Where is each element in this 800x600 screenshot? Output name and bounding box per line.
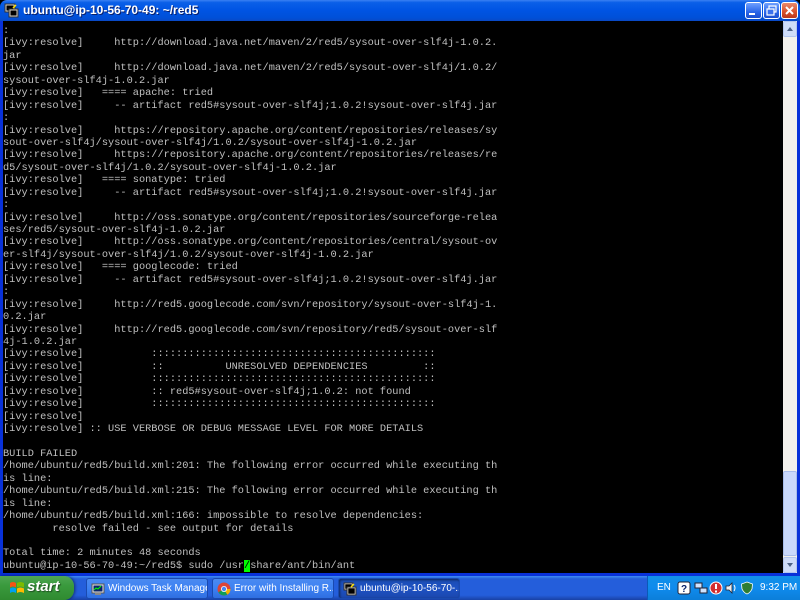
terminal-line: [ivy:resolve] ::::::::::::::::::::::::::… [3, 398, 436, 411]
terminal-line: [ivy:resolve] http://red5.googlecode.com… [3, 298, 498, 311]
chrome-icon [217, 582, 231, 596]
terminal-line: ses/red5/sysout-over-slf4j-1.0.2.jar [3, 224, 226, 236]
terminal-line: d5/sysout-over-slf4j/1.0.2/sysout-over-s… [3, 161, 337, 174]
taskbar-item-putty[interactable]: ubuntu@ip-10-56-70-... [338, 578, 460, 599]
start-button[interactable]: start [0, 576, 74, 600]
terminal-line: [ivy:resolve] -- artifact red5#sysout-ov… [3, 99, 498, 112]
taskbar-item-task-manager[interactable]: Windows Task Manager [86, 578, 208, 599]
system-tray: EN ? 9:32 PM [647, 576, 800, 600]
terminal-line: [ivy:resolve] ==== googlecode: tried [3, 261, 238, 274]
terminal-line: : [3, 112, 10, 125]
terminal-line: [ivy:resolve] [3, 410, 84, 423]
svg-text:?: ? [681, 584, 687, 595]
security-icon[interactable] [740, 581, 754, 595]
windows-logo-icon [10, 582, 24, 593]
terminal-line: : [3, 199, 10, 212]
terminal-line: : [3, 25, 10, 37]
terminal-line: 0.2.jar [3, 311, 47, 324]
minimize-button[interactable] [745, 2, 762, 19]
terminal-line: [ivy:resolve] http://oss.sonatype.org/co… [3, 211, 498, 224]
terminal-line: sout-over-slf4j/sysout-over-slf4j/1.0.2/… [3, 136, 418, 149]
terminal-line: Total time: 2 minutes 48 seconds [3, 547, 201, 560]
terminal-line: [ivy:resolve] http://red5.googlecode.com… [3, 323, 498, 336]
terminal-line: [ivy:resolve] ==== apache: tried [3, 87, 214, 100]
warning-icon[interactable] [709, 581, 723, 595]
close-icon [785, 6, 794, 15]
scroll-up-button[interactable] [783, 21, 797, 37]
window-title: ubuntu@ip-10-56-70-49: ~/red5 [23, 3, 199, 17]
terminal-line: [ivy:resolve] :: UNRESOLVED DEPENDENCIES… [3, 360, 436, 373]
network-icon[interactable] [694, 581, 708, 595]
terminal-line: is line: [3, 472, 53, 485]
terminal-line: jar [3, 49, 22, 62]
terminal-prompt-line[interactable]: ubuntu@ip-10-56-70-49:~/red5$ sudo /usr/… [3, 559, 497, 572]
prompt-text: share/ant/bin/ant [250, 559, 356, 572]
terminal-line: : [3, 286, 10, 299]
help-icon[interactable]: ? [677, 581, 691, 595]
minimize-icon [749, 13, 755, 15]
terminal-line: [ivy:resolve] -- artifact red5#sysout-ov… [3, 186, 498, 199]
terminal-line: [ivy:resolve] http://oss.sonatype.org/co… [3, 236, 498, 249]
close-button[interactable] [781, 2, 798, 19]
terminal-line: /home/ubuntu/red5/build.xml:201: The fol… [3, 460, 498, 473]
task-manager-icon [91, 583, 105, 595]
terminal-line: [ivy:resolve] :: USE VERBOSE OR DEBUG ME… [3, 423, 424, 435]
terminal-line: 4j-1.0.2.jar [3, 335, 78, 348]
terminal-line: [ivy:resolve] http://download.java.net/m… [3, 37, 498, 50]
terminal-line: resolve failed - see output for details [3, 522, 294, 535]
terminal-line: sysout-over-slf4j-1.0.2.jar [3, 74, 170, 87]
taskbar-item-label: ubuntu@ip-10-56-70-... [360, 583, 460, 594]
terminal-line: [ivy:resolve] ::::::::::::::::::::::::::… [3, 348, 436, 361]
prompt-text: ubuntu@ip-10-56-70-49:~/red5$ sudo /usr [3, 559, 244, 572]
terminal-line: [ivy:resolve] :: red5#sysout-over-slf4j;… [3, 385, 411, 398]
restore-button[interactable] [763, 2, 780, 19]
start-label: start [27, 578, 60, 595]
terminal-line: is line: [3, 497, 53, 510]
terminal-line: [ivy:resolve] https://repository.apache.… [3, 149, 498, 162]
vertical-scrollbar[interactable] [783, 21, 797, 573]
terminal-line: /home/ubuntu/red5/build.xml:166: impossi… [3, 510, 424, 523]
putty-icon [4, 3, 19, 18]
terminal-line: [ivy:resolve] http://download.java.net/m… [3, 62, 498, 75]
terminal-line: [ivy:resolve] ::::::::::::::::::::::::::… [3, 373, 436, 386]
terminal-line: /home/ubuntu/red5/build.xml:215: The fol… [3, 485, 498, 498]
window-titlebar[interactable]: ubuntu@ip-10-56-70-49: ~/red5 [0, 0, 800, 21]
arrow-down-icon [787, 563, 793, 567]
restore-icon [766, 5, 777, 16]
volume-icon[interactable] [724, 581, 738, 595]
terminal-line: BUILD FAILED [3, 447, 78, 460]
taskbar-item-chrome[interactable]: Error with Installing R... [212, 578, 334, 599]
scrollbar-thumb[interactable] [783, 471, 797, 556]
terminal-line: [ivy:resolve] ==== sonatype: tried [3, 174, 226, 187]
putty-icon [343, 582, 357, 596]
language-indicator[interactable]: EN [657, 582, 671, 593]
taskbar-item-label: Windows Task Manager [108, 583, 208, 594]
terminal-line: er-slf4j/sysout-over-slf4j/1.0.2/sysout-… [3, 248, 374, 261]
clock[interactable]: 9:32 PM [760, 582, 797, 593]
taskbar-item-label: Error with Installing R... [234, 583, 334, 594]
terminal-console[interactable]: : [ivy:resolve] http://download.java.net/… [3, 21, 783, 573]
terminal-output: : [ivy:resolve] http://download.java.net/… [3, 25, 497, 572]
terminal-line: [ivy:resolve] https://repository.apache.… [3, 124, 498, 137]
scroll-down-button[interactable] [783, 557, 797, 573]
terminal-line: [ivy:resolve] -- artifact red5#sysout-ov… [3, 273, 498, 286]
arrow-up-icon [787, 27, 793, 31]
taskbar: start Windows Task Manager Error with In… [0, 576, 800, 600]
